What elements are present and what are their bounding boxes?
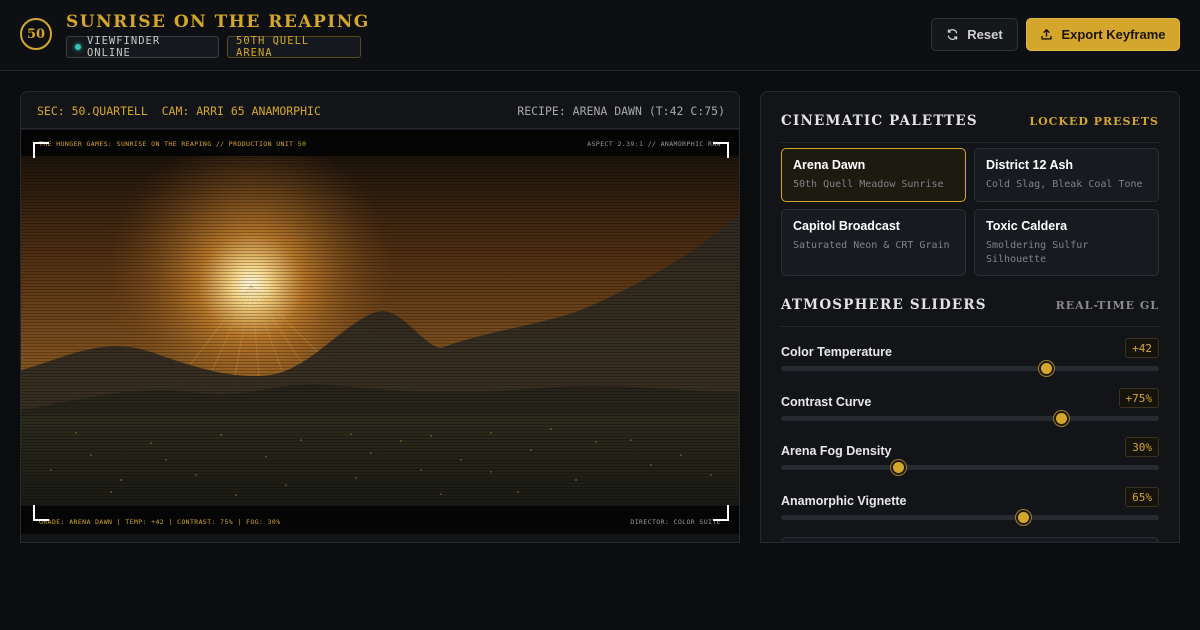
slider-thumb[interactable] [1053, 411, 1069, 426]
palette-description: Saturated Neon & CRT Grain [793, 240, 950, 251]
atmosphere-subtitle: REAL-TIME GL [1055, 299, 1159, 312]
slider-label: Anamorphic Vignette [781, 494, 907, 508]
viewfinder-frame[interactable]: THE HUNGER GAMES: SUNRISE ON THE REAPING… [21, 130, 739, 534]
slider-value: 65% [1125, 487, 1159, 507]
overlay-director-caption: DIRECTOR: COLOR SUITE [630, 518, 721, 526]
recipe-info: RECIPE: ARENA DAWN (T:42 C:75) [517, 104, 725, 118]
slider-value: +42 [1125, 338, 1159, 358]
slider-label: Color Temperature [781, 345, 892, 359]
reset-label: Reset [967, 27, 1003, 42]
slider-color-temperature: Color Temperature +42 [781, 338, 1159, 378]
export-label: Export Keyframe [1061, 27, 1166, 42]
palettes-subtitle: LOCKED PRESETS [1029, 115, 1159, 128]
overlay-grade-caption: GRADE: ARENA DAWN | TEMP: +42 | CONTRAST… [39, 518, 281, 526]
refresh-icon [948, 29, 958, 40]
status-dot-icon [75, 44, 81, 50]
frame-corner-bottom-right [713, 505, 729, 521]
slider-contrast-curve: Contrast Curve +75% [781, 388, 1159, 428]
viewfinder-panel: SEC: 50.QUARTELL CAM: ARRI 65 ANAMORPHIC… [20, 91, 740, 543]
status-badge-label: VIEWFINDER ONLINE [86, 35, 161, 59]
palette-card-toxic-caldera[interactable]: Toxic Caldera Smoldering Sulfur Silhouet… [974, 209, 1159, 276]
camera-info: SEC: 50.QUARTELL CAM: ARRI 65 ANAMORPHIC [37, 104, 321, 118]
reset-button[interactable]: Reset [931, 18, 1018, 51]
slider-track[interactable] [781, 366, 1159, 371]
slider-thumb[interactable] [891, 460, 907, 475]
slider-label: Arena Fog Density [781, 444, 892, 458]
next-section-card [781, 537, 1159, 542]
overlay-production-caption: THE HUNGER GAMES: SUNRISE ON THE REAPING… [39, 140, 307, 148]
overlay-aspect-caption: ASPECT 2.39:1 // ANAMORPHIC RAW [587, 140, 721, 148]
frame-corner-bottom-left [33, 505, 49, 521]
slider-track[interactable] [781, 416, 1159, 421]
slider-arena-fog-density: Arena Fog Density 30% [781, 437, 1159, 477]
palette-description: Smoldering Sulfur Silhouette [986, 240, 1089, 265]
slider-thumb[interactable] [1038, 361, 1054, 376]
arena-badge: 50TH QUELL ARENA [227, 35, 361, 59]
app-title: SUNRISE ON THE REAPING [66, 12, 370, 32]
viewfinder-status-badge: VIEWFINDER ONLINE [66, 35, 219, 59]
palettes-header: CINEMATIC PALETTES LOCKED PRESETS [781, 113, 1159, 143]
palette-card-district-12-ash[interactable]: District 12 Ash Cold Slag, Bleak Coal To… [974, 148, 1159, 202]
app-header: 50 SUNRISE ON THE REAPING VIEWFINDER ONL… [0, 0, 1200, 71]
palette-name: Capitol Broadcast [793, 219, 900, 233]
upload-icon [1041, 29, 1053, 40]
frame-corner-top-right [713, 142, 729, 158]
export-keyframe-button[interactable]: Export Keyframe [1026, 18, 1180, 51]
atmosphere-title: ATMOSPHERE SLIDERS [781, 297, 987, 313]
palette-name: Arena Dawn [793, 158, 866, 172]
palette-name: District 12 Ash [986, 158, 1074, 172]
palette-description: 50th Quell Meadow Sunrise [793, 179, 944, 190]
slider-anamorphic-vignette: Anamorphic Vignette 65% [781, 487, 1159, 527]
slider-label: Contrast Curve [781, 395, 872, 409]
viewfinder-info-bar: SEC: 50.QUARTELL CAM: ARRI 65 ANAMORPHIC… [21, 92, 739, 129]
palette-description: Cold Slag, Bleak Coal Tone [986, 179, 1143, 190]
palette-card-arena-dawn[interactable]: Arena Dawn 50th Quell Meadow Sunrise [781, 148, 966, 202]
atmosphere-header: ATMOSPHERE SLIDERS REAL-TIME GL [781, 297, 1159, 327]
control-panel: CINEMATIC PALETTES LOCKED PRESETS Arena … [760, 91, 1180, 543]
logo-badge: 50 [20, 18, 52, 50]
frame-corner-top-left [33, 142, 49, 158]
arena-scene-image [21, 130, 739, 534]
slider-value: +75% [1118, 388, 1159, 408]
palettes-title: CINEMATIC PALETTES [781, 113, 978, 129]
slider-thumb[interactable] [1015, 510, 1031, 525]
slider-track[interactable] [781, 515, 1159, 520]
palette-card-capitol-broadcast[interactable]: Capitol Broadcast Saturated Neon & CRT G… [781, 209, 966, 276]
palette-name: Toxic Caldera [986, 219, 1068, 233]
slider-track[interactable] [781, 465, 1159, 470]
slider-value: 30% [1125, 437, 1159, 457]
